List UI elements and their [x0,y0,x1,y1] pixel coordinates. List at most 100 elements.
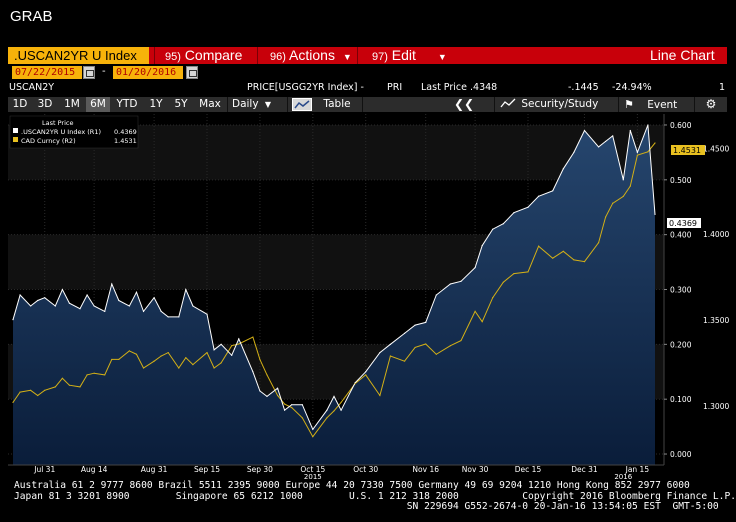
uscan2yr-point [276,387,279,389]
uscan2yr-point [192,305,194,307]
cad-curncy-point [312,436,314,438]
cad-curncy-point [654,142,656,144]
x-tick-label: Jul 31 [33,465,55,474]
cad-curncy-point [142,367,145,369]
uscan2yr-point [425,321,427,324]
uscan2yr-point [284,409,286,411]
uscan2yr-point [111,283,113,285]
cad-curncy-point [552,257,554,259]
cad-curncy-point [284,403,286,405]
legend-value-spread: 0.4369 [114,128,137,136]
cad-curncy-point [231,345,233,347]
r2-tick-label: 1.3000 [703,402,729,411]
r2-tick-label: 1.4000 [703,230,729,239]
uscan2yr-point [583,129,586,132]
uscan2yr-point [68,302,71,304]
cad-curncy-point [414,346,416,349]
uscan2yr-point [301,404,303,406]
cad-curncy-point [266,374,268,376]
uscan2yr-point [312,428,314,430]
x-tick-label: Nov 16 [412,465,439,474]
line-chart: 0.600 0.500 0.400 0.300 0.200 0.100 0.000 1.45… [8,114,729,480]
cad-curncy-point [213,367,215,369]
uscan2yr-point [403,332,406,334]
cad-curncy-point [220,362,222,364]
uscan2yr-point [460,280,462,282]
spread-last-value-tag: 0.4369 [667,218,701,228]
cad-curncy-point [583,261,586,263]
uscan2yr-point [266,395,268,398]
cad-curncy-point [68,384,71,386]
r1-tick-label: 0.500 [670,176,692,185]
cad-curncy-point [276,394,279,397]
chart-legend: Last Price .USCAN2YR U Index (R1) 0.4369… [9,115,139,149]
x-tick-label: Sep 15 [194,465,220,474]
cad-curncy-point [238,343,240,345]
cad-curncy-point [259,358,261,361]
uscan2yr-point [104,310,106,313]
cad-curncy-point [605,216,607,218]
x-tick-label: Oct 30 [353,465,378,474]
uscan2yr-point [252,371,254,373]
cad-curncy-point [61,377,63,379]
cad-curncy-point [379,394,381,397]
cad-curncy-point [474,310,476,312]
cad-curncy-point [435,353,437,355]
legend-swatch-spread [13,128,18,133]
footer-line-3: SN 229694 G552-2674-0 20-Jan-16 13:54:05… [14,501,719,513]
uscan2yr-point [389,343,392,345]
uscan2yr-point [37,299,39,302]
uscan2yr-point [12,319,14,321]
cad-curncy-point [79,386,81,388]
uscan2yr-point [206,313,208,315]
cad-curncy-point [12,401,14,403]
cad-curncy-point [118,358,120,361]
uscan2yr-point [118,299,120,302]
cad-curncy-point [389,355,392,357]
uscan2yr-point [552,190,554,192]
cad-curncy-point [160,355,162,357]
r2-tick-label: 1.4500 [703,144,729,153]
r1-tick-label: 0.600 [670,121,692,130]
uscan2yr-point [605,140,607,143]
cad-curncy-point [93,372,95,374]
uscan2yr-point [636,151,638,153]
cad-curncy-point [537,245,540,247]
cad-curncy-point [333,410,335,412]
cad-curncy-point [86,374,88,376]
uscan2yr-point [231,354,233,356]
cad-curncy-point [340,401,342,403]
cad-curncy-point [54,386,56,388]
legend-label-cad: CAD Curncy (R2) [21,137,76,145]
uscan2yr-point [537,195,540,197]
cad-last-value-tag: 1.4531 [671,145,705,155]
uscan2yr-point [449,283,452,285]
x-tick-label: Aug 31 [141,465,168,474]
cad-curncy-point [326,417,328,419]
uscan2yr-point [220,343,222,345]
legend-swatch-cad [13,137,18,142]
cad-curncy-point [30,389,32,391]
uscan2yr-point [414,324,416,326]
cad-curncy-point [527,271,529,273]
x-tick-label: Sep 30 [247,465,273,474]
uscan2yr-point [654,213,656,216]
cad-curncy-point [647,151,649,153]
r1-tick-label: 0.300 [670,286,692,295]
cad-curncy-point [44,389,46,391]
cad-curncy-point [111,358,113,361]
uscan2yr-point [142,310,145,313]
cad-curncy-point [597,242,600,244]
footer-line-1: Australia 61 2 9777 8600 Brazil 5511 239… [14,480,690,491]
uscan2yr-point [573,151,575,153]
cad-curncy-point [153,360,155,362]
cad-curncy-point [425,343,427,345]
right-axis-r1: 0.600 0.500 0.400 0.300 0.200 0.100 0.000 [663,114,692,465]
uscan2yr-point [340,409,342,411]
cad-curncy-point [185,357,187,359]
year-label: 2016 [614,473,632,480]
cad-curncy-point [612,202,614,204]
uscan2yr-point [527,206,529,208]
uscan2yr-point [597,146,600,148]
uscan2yr-point [153,297,155,299]
